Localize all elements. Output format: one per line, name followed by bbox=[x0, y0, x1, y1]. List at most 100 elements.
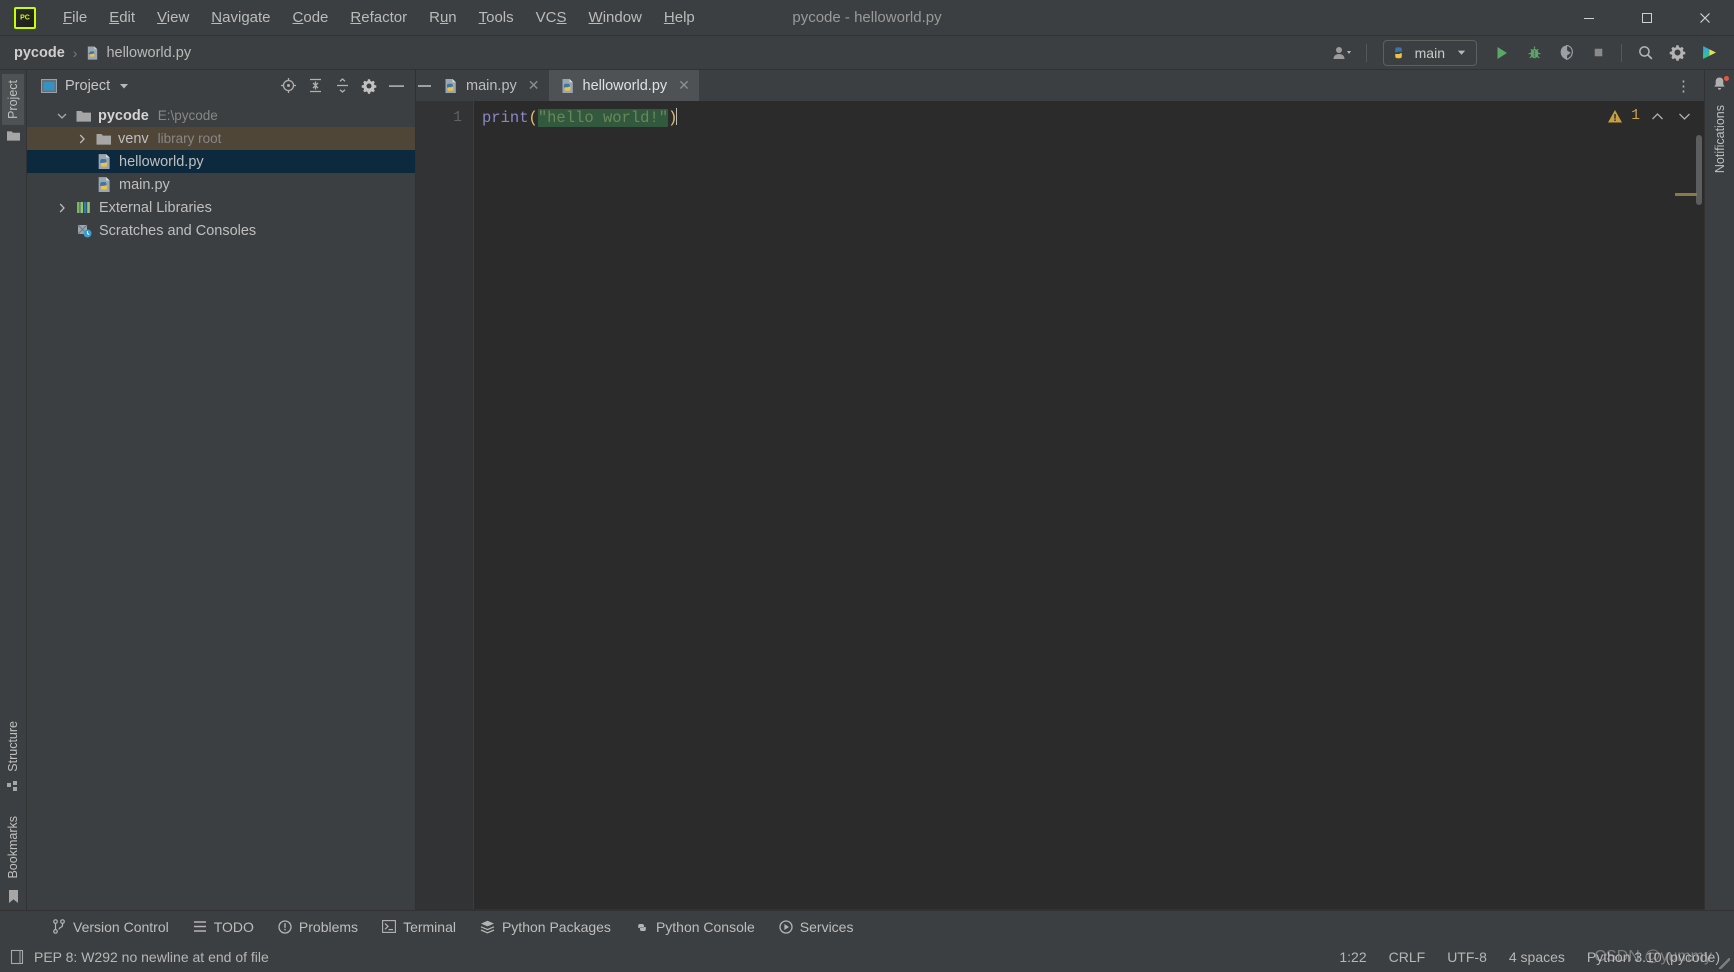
left-strip-top: Project bbox=[2, 70, 24, 142]
project-settings-button[interactable] bbox=[356, 74, 382, 98]
debug-button[interactable] bbox=[1519, 39, 1549, 67]
branch-icon bbox=[53, 919, 65, 934]
hide-tabs-icon bbox=[417, 84, 431, 87]
tool-button-terminal-label: Terminal bbox=[403, 918, 456, 935]
tool-button-services[interactable]: Services bbox=[767, 915, 866, 939]
status-interpreter[interactable]: Python 3.10 (pycode) bbox=[1587, 949, 1720, 965]
run-button[interactable] bbox=[1487, 39, 1517, 67]
status-bar-right: 1:22 CRLF UTF-8 4 spaces Python 3.10 (py… bbox=[1339, 949, 1720, 965]
notifications-button[interactable] bbox=[1711, 75, 1730, 93]
strip-tab-project-label: Project bbox=[6, 80, 20, 119]
breadcrumb-file[interactable]: helloworld.py bbox=[85, 45, 191, 61]
tool-button-terminal[interactable]: Terminal bbox=[370, 915, 468, 939]
close-button[interactable] bbox=[1676, 0, 1734, 36]
tree-row-main[interactable]: main.py bbox=[27, 173, 415, 196]
python-file-icon bbox=[445, 78, 456, 93]
close-tab-icon[interactable]: ✕ bbox=[678, 77, 690, 94]
search-button[interactable] bbox=[1630, 39, 1660, 67]
maximize-button[interactable] bbox=[1618, 0, 1676, 36]
project-window-icon bbox=[41, 78, 57, 93]
inspection-widget[interactable]: 1 bbox=[1595, 101, 1704, 131]
breadcrumb-project[interactable]: pycode bbox=[14, 45, 65, 61]
code-content[interactable]: print("hello world!") 1 bbox=[474, 101, 1704, 909]
right-tool-strip: Notifications bbox=[1704, 70, 1734, 910]
tree-row-pycode[interactable]: pycode E:\pycode bbox=[27, 104, 415, 127]
strip-tab-project[interactable]: Project bbox=[2, 74, 24, 125]
search-icon bbox=[1638, 46, 1652, 60]
tool-button-python-console[interactable]: Python Console bbox=[623, 915, 767, 939]
tool-button-todo[interactable]: TODO bbox=[181, 915, 266, 939]
chevron-right-icon[interactable] bbox=[55, 201, 69, 215]
chevron-right-icon[interactable] bbox=[75, 132, 89, 146]
locate-file-button[interactable] bbox=[275, 74, 301, 98]
menu-item-code[interactable]: Code bbox=[282, 5, 340, 30]
menu-item-navigate[interactable]: Navigate bbox=[200, 5, 281, 30]
error-stripe-marker[interactable] bbox=[1675, 193, 1697, 196]
tree-row-venv[interactable]: venv library root bbox=[27, 127, 415, 150]
resize-grip[interactable] bbox=[1719, 958, 1730, 969]
expand-all-icon bbox=[309, 78, 321, 93]
close-tab-icon[interactable]: ✕ bbox=[528, 77, 540, 94]
menu-item-vcs[interactable]: VCS bbox=[525, 5, 578, 30]
tree-row-helloworld[interactable]: helloworld.py bbox=[27, 150, 415, 173]
menu-accel: H bbox=[663, 9, 675, 26]
strip-tab-bookmarks[interactable]: Bookmarks bbox=[2, 810, 24, 885]
strip-tab-notifications[interactable]: Notifications bbox=[1709, 99, 1731, 179]
settings-button[interactable] bbox=[1662, 39, 1692, 67]
editor-tab-helloworld[interactable]: helloworld.py ✕ bbox=[548, 70, 699, 101]
line-number-1: 1 bbox=[453, 110, 462, 126]
collapse-all-button[interactable] bbox=[329, 74, 355, 98]
pycharm-window: File Edit View Navigate Code Refactor Ru… bbox=[0, 0, 1734, 972]
breadcrumb-separator: › bbox=[72, 44, 78, 61]
menu-item-edit[interactable]: Edit bbox=[98, 5, 146, 30]
menu-accel: N bbox=[211, 9, 223, 26]
status-encoding[interactable]: UTF-8 bbox=[1447, 949, 1487, 965]
pycharm-logo-icon bbox=[14, 6, 36, 29]
coverage-button[interactable] bbox=[1551, 39, 1581, 67]
code-editor[interactable]: 1 print("hello world!") 1 bbox=[416, 101, 1704, 909]
menu-item-help[interactable]: Help bbox=[653, 5, 706, 30]
python-icon bbox=[1394, 47, 1402, 59]
chevron-down-icon[interactable] bbox=[118, 80, 130, 92]
tree-label-scratches: Scratches and Consoles bbox=[99, 222, 257, 239]
stop-button[interactable] bbox=[1583, 39, 1613, 67]
strip-tab-notifications-label: Notifications bbox=[1712, 105, 1727, 174]
collapse-all-icon bbox=[336, 78, 348, 93]
menu-item-run[interactable]: Run bbox=[418, 5, 468, 30]
menu-item-view[interactable]: View bbox=[146, 5, 200, 30]
menu-item-tools[interactable]: Tools bbox=[468, 5, 525, 30]
navigation-bar: pycode › helloworld.py main bbox=[0, 36, 1734, 70]
hide-panel-button[interactable] bbox=[383, 74, 409, 98]
status-indent[interactable]: 4 spaces bbox=[1509, 949, 1565, 965]
run-configuration-selector[interactable]: main bbox=[1382, 39, 1477, 66]
minimize-button[interactable] bbox=[1560, 0, 1618, 36]
chevron-down-icon[interactable] bbox=[55, 109, 69, 123]
strip-tab-structure[interactable]: Structure bbox=[2, 715, 24, 778]
tree-row-scratches[interactable]: Scratches and Consoles bbox=[27, 219, 415, 242]
status-caret-position[interactable]: 1:22 bbox=[1339, 949, 1366, 965]
tree-sub-pycode: E:\pycode bbox=[157, 108, 218, 123]
expand-all-button[interactable] bbox=[302, 74, 328, 98]
menu-accel: S bbox=[556, 9, 567, 26]
tool-button-version-control-label: Version Control bbox=[73, 918, 169, 935]
next-problem-button[interactable] bbox=[1675, 112, 1694, 121]
menu-accel: R bbox=[350, 9, 362, 26]
stop-icon bbox=[1594, 48, 1602, 57]
user-avatar-icon bbox=[1333, 46, 1351, 59]
tool-button-problems[interactable]: Problems bbox=[266, 915, 370, 939]
tree-row-external-libraries[interactable]: External Libraries bbox=[27, 196, 415, 219]
ai-assistant-button[interactable] bbox=[1694, 39, 1724, 67]
user-avatar-button[interactable] bbox=[1328, 39, 1358, 67]
editor-options-icon[interactable]: ⋮ bbox=[1670, 77, 1698, 95]
menu-item-refactor[interactable]: Refactor bbox=[339, 5, 418, 30]
menu-item-window[interactable]: Window bbox=[578, 5, 653, 30]
editor-tab-main[interactable]: main.py ✕ bbox=[432, 70, 549, 101]
previous-problem-button[interactable] bbox=[1648, 112, 1667, 121]
locate-icon bbox=[280, 78, 296, 93]
status-line-separator[interactable]: CRLF bbox=[1389, 949, 1426, 965]
text-caret bbox=[676, 108, 678, 125]
tool-button-python-packages[interactable]: Python Packages bbox=[468, 915, 623, 939]
tool-button-version-control[interactable]: Version Control bbox=[40, 915, 181, 939]
project-panel-title: Project bbox=[65, 77, 111, 94]
menu-item-file[interactable]: File bbox=[52, 5, 98, 30]
